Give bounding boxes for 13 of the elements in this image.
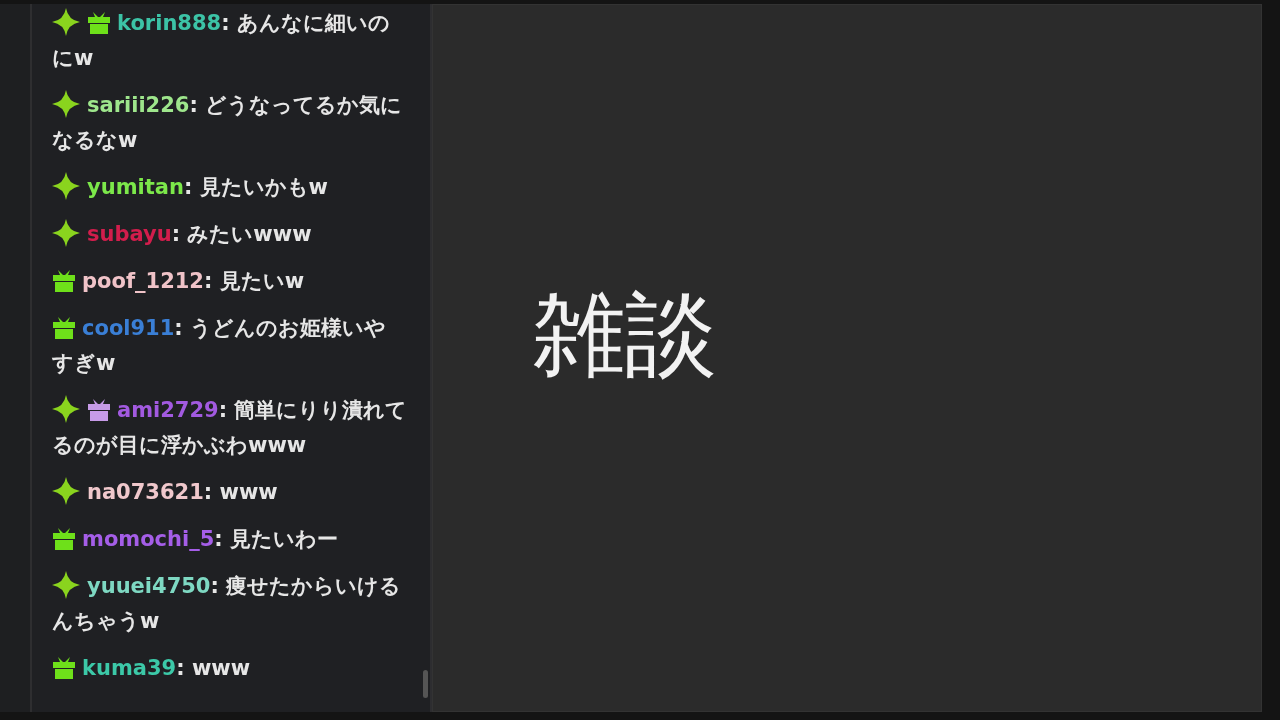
message-text: sariii226: どうなってるか気になるなw (52, 93, 403, 152)
message-text: na073621: www (87, 480, 278, 504)
message-text: cool911: うどんのお姫様いやすぎw (52, 316, 387, 375)
scrollbar-thumb[interactable] (423, 670, 428, 698)
message-text: momochi_5: 見たいわー (82, 527, 339, 551)
stage-title: 雑談 (533, 280, 717, 390)
message-text: ami2729: 簡単にりり潰れてるのが目に浮かぶわwww (52, 398, 408, 457)
message-text: korin888: あんなに細いのにw (52, 11, 390, 70)
message-text: poof_1212: 見たいw (82, 269, 305, 293)
message-text: yuuei4750: 痩せたからいけるんちゃうw (52, 574, 402, 633)
message-text: yumitan: 見たいかもw (87, 175, 328, 199)
message-text: subayu: みたいwww (87, 222, 312, 246)
message-text: kuma39: www (82, 656, 251, 680)
